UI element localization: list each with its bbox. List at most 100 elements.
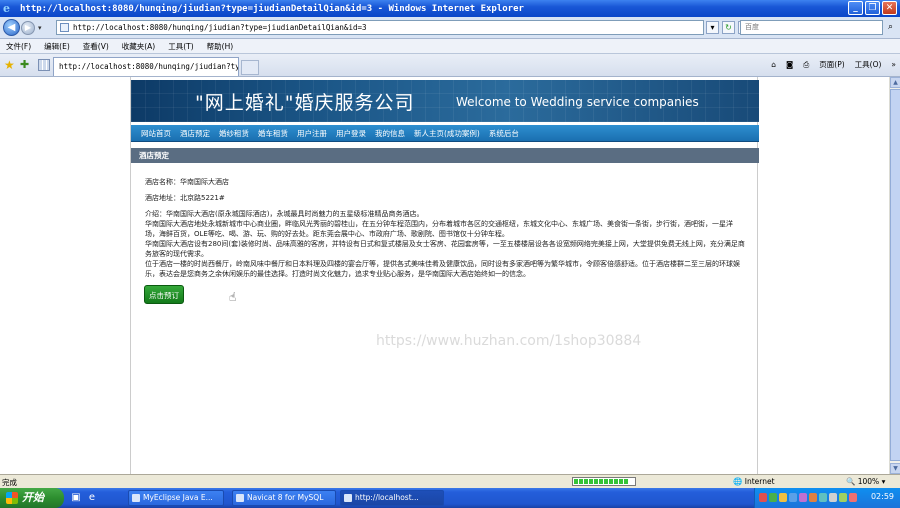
taskbar: 开始 ▣ e MyEclipse Java E... Navicat 8 for… (0, 488, 900, 508)
page-icon (60, 23, 69, 32)
search-icon[interactable]: ⌕ (884, 21, 897, 34)
start-label: 开始 (22, 491, 44, 504)
command-bar: ⌂ ◙ ⎙ 页面(P) 工具(O) » (771, 59, 896, 70)
tray-app-icon[interactable] (769, 493, 777, 502)
home-icon[interactable]: ⌂ (771, 60, 776, 69)
feeds-icon[interactable]: ◙ (786, 60, 793, 69)
progress-segment (609, 479, 613, 484)
task-navicat[interactable]: Navicat 8 for MySQL (232, 490, 336, 506)
nav-dress-rental[interactable]: 婚纱租赁 (219, 128, 249, 139)
restore-button[interactable]: ❐ (865, 1, 880, 15)
section-title: 酒店预定 (131, 148, 759, 163)
myeclipse-icon (132, 494, 140, 502)
scroll-up-icon[interactable]: ▲ (890, 77, 900, 88)
scroll-thumb[interactable] (890, 89, 900, 461)
tray-app-icon[interactable] (799, 493, 807, 502)
nav-login[interactable]: 用户登录 (336, 128, 366, 139)
tray-app-icon[interactable] (789, 493, 797, 502)
tab-bar: ★ ✚ http://localhost:8080/hunqing/jiudia… (0, 54, 900, 77)
hotel-info: 酒店名称：华南国际大酒店 酒店地址：北京路5221# 介绍：华南国际大酒店(原永… (145, 177, 745, 279)
history-dropdown-icon[interactable]: ▾ (38, 24, 42, 32)
menu-tools[interactable]: 工具(T) (168, 41, 193, 52)
tray-app-icon[interactable] (829, 493, 837, 502)
task-myeclipse[interactable]: MyEclipse Java E... (128, 490, 224, 506)
search-input[interactable]: 百度 (740, 20, 883, 35)
nav-admin[interactable]: 系统后台 (489, 128, 519, 139)
tray-app-icon[interactable] (779, 493, 787, 502)
zoom-level: 100% (857, 477, 880, 486)
menu-help[interactable]: 帮助(H) (207, 41, 234, 52)
quick-tabs-icon[interactable] (38, 59, 50, 71)
menu-bar: 文件(F) 编辑(E) 查看(V) 收藏夹(A) 工具(T) 帮助(H) (0, 39, 900, 54)
hotel-intro-line: 华南国际大酒店设有280间(套)装修时尚、品味高雅的客房，并特设有日式和复式楼层… (145, 240, 745, 258)
page-viewport: "网上婚礼"婚庆服务公司 Welcome to Wedding service … (0, 77, 889, 474)
progress-segment (584, 479, 588, 484)
ie-quicklaunch-icon[interactable]: e (86, 492, 98, 504)
nav-car-rental[interactable]: 婚车租赁 (258, 128, 288, 139)
tray-app-icon[interactable] (809, 493, 817, 502)
menu-file[interactable]: 文件(F) (6, 41, 31, 52)
address-url: http://localhost:8080/hunqing/jiudian?ty… (73, 23, 367, 32)
book-button[interactable]: 点击预订 (144, 285, 184, 304)
print-icon[interactable]: ⎙ (803, 60, 809, 70)
menu-edit[interactable]: 编辑(E) (44, 41, 70, 52)
tools-menu[interactable]: 工具(O) (855, 59, 882, 70)
page-menu[interactable]: 页面(P) (819, 59, 844, 70)
refresh-icon[interactable]: ↻ (722, 21, 735, 34)
progress-segment (604, 479, 608, 484)
status-text: 完成 (2, 478, 17, 487)
clock: 02:59 (870, 492, 894, 501)
help-icon[interactable]: » (891, 60, 896, 69)
navicat-icon (236, 494, 244, 502)
ie-logo-icon: e (3, 2, 10, 15)
status-bar: 完成 🌐 Internet 🔍 100% ▾ (0, 474, 900, 488)
address-toolbar: ◀ ▶ ▾ http://localhost:8080/hunqing/jiud… (0, 17, 900, 39)
menu-view[interactable]: 查看(V) (83, 41, 109, 52)
close-button[interactable]: ✕ (882, 1, 897, 15)
favorites-star-icon[interactable]: ★ (4, 58, 15, 72)
tray-app-icon[interactable] (839, 493, 847, 502)
task-label: Navicat 8 for MySQL (247, 493, 324, 502)
hand-cursor-icon: ☝ (229, 290, 237, 304)
banner-title: "网上婚礼"婚庆服务公司 (195, 92, 415, 114)
nav-hotel-booking[interactable]: 酒店预定 (180, 128, 210, 139)
minimize-button[interactable]: _ (848, 1, 863, 15)
tray-app-icon[interactable] (759, 493, 767, 502)
tab-current[interactable]: http://localhost:8080/hunqing/jiudian?ty… (53, 57, 239, 76)
tray-app-icon[interactable] (819, 493, 827, 502)
nav-my-info[interactable]: 我的信息 (375, 128, 405, 139)
windows-logo-icon (6, 492, 18, 504)
window-title-bar: e http://localhost:8080/hunqing/jiudian?… (0, 0, 900, 17)
progress-segment (599, 479, 603, 484)
menu-favorites[interactable]: 收藏夹(A) (122, 41, 155, 52)
zoom-control[interactable]: 🔍 100% ▾ (846, 477, 885, 486)
address-input[interactable]: http://localhost:8080/hunqing/jiudian?ty… (56, 20, 704, 35)
site-banner: "网上婚礼"婚庆服务公司 Welcome to Wedding service … (131, 80, 759, 122)
nav-home[interactable]: 网站首页 (141, 128, 171, 139)
hotel-name: 酒店名称：华南国际大酒店 (145, 178, 229, 186)
progress-segment (574, 479, 578, 484)
tray-app-icon[interactable] (849, 493, 857, 502)
forward-button[interactable]: ▶ (21, 20, 35, 35)
nav-cases[interactable]: 新人主页(成功案例) (414, 128, 480, 139)
ie-task-icon (344, 494, 352, 502)
scroll-down-icon[interactable]: ▼ (890, 463, 900, 474)
progress-segment (614, 479, 618, 484)
progress-segment (589, 479, 593, 484)
zone-label: Internet (744, 477, 775, 486)
site-page: "网上婚礼"婚庆服务公司 Welcome to Wedding service … (130, 77, 759, 474)
site-nav: 网站首页 酒店预定 婚纱租赁 婚车租赁 用户注册 用户登录 我的信息 新人主页(… (131, 125, 759, 142)
vertical-scrollbar[interactable]: ▲ ▼ (889, 77, 900, 474)
address-dropdown-icon[interactable]: ▾ (706, 21, 719, 34)
back-button[interactable]: ◀ (3, 19, 20, 36)
new-tab-button[interactable] (241, 60, 259, 75)
add-favorite-icon[interactable]: ✚ (20, 58, 29, 71)
task-ie[interactable]: http://localhost... (340, 490, 444, 506)
progress-segment (594, 479, 598, 484)
watermark: https://www.huzhan.com/1shop30884 (376, 333, 642, 349)
nav-register[interactable]: 用户注册 (297, 128, 327, 139)
start-button[interactable]: 开始 (0, 488, 64, 508)
progress-segment (624, 479, 628, 484)
desktop-icon[interactable]: ▣ (70, 492, 82, 504)
system-tray: 02:59 (754, 488, 900, 508)
